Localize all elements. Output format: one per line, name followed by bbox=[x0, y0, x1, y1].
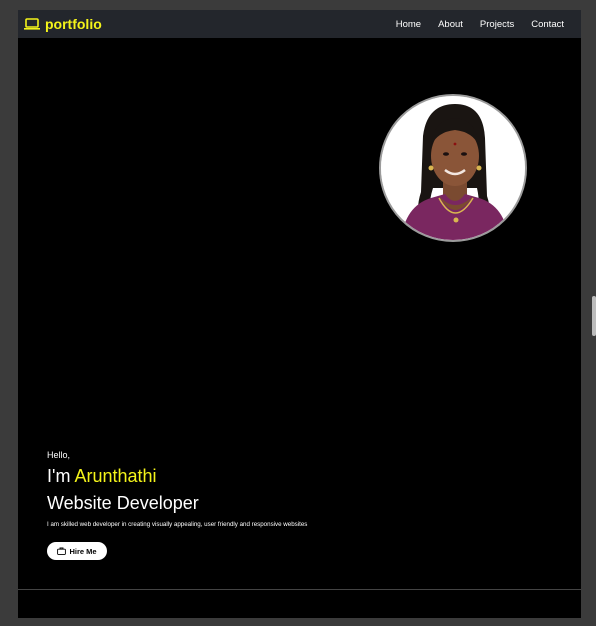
brand-name: portfolio bbox=[45, 16, 102, 32]
intro-prefix: I'm bbox=[47, 466, 75, 486]
profile-photo bbox=[379, 94, 527, 242]
nav-projects-link[interactable]: Projects bbox=[480, 19, 514, 30]
greeting: Hello, bbox=[47, 450, 71, 460]
description: I am skilled web developer in creating v… bbox=[47, 521, 308, 528]
nav-links: Home About Projects Contact bbox=[396, 10, 581, 38]
scrollbar-thumb[interactable] bbox=[592, 296, 596, 336]
hire-me-label: Hire Me bbox=[69, 546, 97, 556]
navbar: portfolio Home About Projects Contact bbox=[18, 10, 581, 38]
nav-home-link[interactable]: Home bbox=[396, 19, 421, 30]
section-divider bbox=[18, 589, 581, 590]
hero-section: Hello, I'm Arunthathi Website Developer … bbox=[47, 450, 547, 560]
role-title: Website Developer bbox=[47, 493, 199, 513]
intro-heading: I'm Arunthathi bbox=[47, 466, 547, 486]
browser-viewport: portfolio Home About Projects Contact He… bbox=[0, 0, 596, 626]
brand-logo[interactable]: portfolio bbox=[24, 14, 102, 34]
nav-about-link[interactable]: About bbox=[438, 19, 463, 30]
developer-name: Arunthathi bbox=[74, 466, 157, 486]
hire-me-button[interactable]: Hire Me bbox=[47, 542, 107, 560]
nav-contact-link[interactable]: Contact bbox=[531, 19, 564, 30]
laptop-icon bbox=[24, 18, 40, 30]
portfolio-page: portfolio Home About Projects Contact He… bbox=[18, 10, 581, 618]
profile-photo-illustration bbox=[381, 96, 525, 240]
briefcase-icon bbox=[57, 547, 67, 555]
